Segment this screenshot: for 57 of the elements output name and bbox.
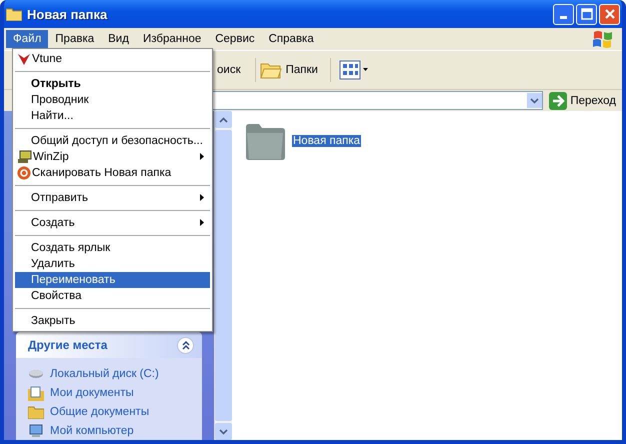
menu-item[interactable]: Открыть <box>15 76 210 92</box>
flag-logo-icon <box>592 29 614 49</box>
search-button[interactable]: оиск <box>217 64 247 76</box>
menu-item[interactable]: Отправить <box>15 190 210 206</box>
menu-bar-item[interactable]: Вид <box>101 30 136 48</box>
submenu-arrow-icon <box>200 194 204 201</box>
menu-bar-item[interactable]: Справка <box>262 30 321 48</box>
menu-item[interactable]: Закрыть <box>15 313 210 329</box>
menu-item[interactable]: Свойства <box>15 288 210 304</box>
computer-icon <box>17 150 32 164</box>
submenu-arrow-icon <box>200 153 204 160</box>
minimize-button[interactable] <box>553 4 574 24</box>
place-link[interactable]: Локальный диск (C:) <box>50 368 159 380</box>
menu-bar-item[interactable]: Файл <box>6 30 48 48</box>
menu-bar-item[interactable]: Избранное <box>136 30 208 48</box>
maximize-icon <box>580 8 592 20</box>
disk-drive-icon <box>28 368 44 380</box>
collapse-chevron-icon[interactable] <box>177 336 194 354</box>
menu-item[interactable]: Vtune <box>15 51 210 67</box>
folder-icon <box>28 405 44 419</box>
folder-name[interactable]: Новая папка <box>292 135 362 147</box>
scan-circle-icon <box>17 166 31 180</box>
menu-item[interactable]: Удалить <box>15 256 210 272</box>
scroll-up-button[interactable] <box>215 111 232 128</box>
documents-folder-icon <box>28 386 44 400</box>
menu-item[interactable]: Общий доступ и безопасность... <box>15 133 210 149</box>
go-button[interactable]: Переход <box>547 92 618 110</box>
place-link[interactable]: Мой компьютер <box>50 425 134 437</box>
menu-item[interactable]: Создать ярлык <box>15 240 210 256</box>
up-caret-icon <box>219 116 228 122</box>
close-icon <box>604 8 616 20</box>
menu-item[interactable]: Найти... <box>15 108 210 124</box>
address-field[interactable] <box>210 91 544 110</box>
scroll-down-button[interactable] <box>215 423 232 440</box>
minimize-icon <box>560 16 567 18</box>
menu-bar-item[interactable]: Сервис <box>208 30 262 48</box>
menu-bar-item[interactable]: Правка <box>48 30 102 48</box>
place-link[interactable]: Общие документы <box>50 406 150 418</box>
folders-button[interactable]: Папки <box>254 58 322 82</box>
close-button[interactable] <box>599 4 620 24</box>
folder-icon[interactable] <box>244 121 286 161</box>
maximize-button[interactable] <box>576 4 597 24</box>
menu-item[interactable]: Создать <box>15 215 210 231</box>
window-title: Новая папка <box>27 6 108 22</box>
menu-item[interactable]: Переименовать <box>15 272 210 288</box>
menu-item[interactable]: WinZip <box>15 149 210 165</box>
scrollbar[interactable] <box>214 111 232 440</box>
scroll-thumb[interactable] <box>215 130 232 421</box>
computer-icon <box>28 424 44 438</box>
place-link[interactable]: Мои документы <box>50 387 134 399</box>
grid-view-icon <box>338 60 369 80</box>
menu-item[interactable]: Проводник <box>15 92 210 108</box>
down-caret-icon <box>219 428 228 434</box>
panel-title: Другие места <box>28 338 108 352</box>
folder-icon <box>6 7 22 21</box>
menu-item[interactable]: Сканировать Новая папка <box>15 165 210 181</box>
submenu-arrow-icon <box>200 219 204 226</box>
